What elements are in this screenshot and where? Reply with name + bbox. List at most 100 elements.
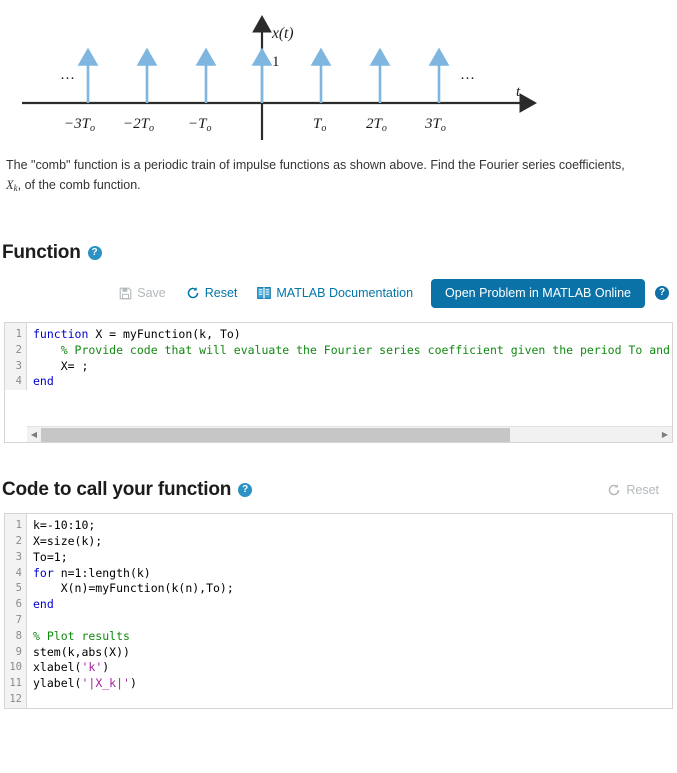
comb-function-figure: x(t) 1 t ··· ··· −3To −2To −To To 2To 3T… — [4, 0, 677, 150]
code-line: xlabel('k') — [33, 660, 672, 676]
code-token: 'k' — [81, 660, 103, 675]
reset-button-label: Reset — [204, 286, 238, 300]
code-line: for n=1:length(k) — [33, 566, 672, 582]
call-reset-button[interactable]: Reset — [597, 480, 669, 500]
save-button-label: Save — [137, 286, 166, 300]
t-axis-label: t — [516, 84, 521, 100]
code-token: n=1:length(k) — [53, 565, 151, 580]
svg-text:To: To — [313, 116, 326, 134]
call-section-header: Code to call your function ? Reset — [2, 479, 669, 501]
svg-text:−To: −To — [188, 116, 211, 134]
svg-text:−3To: −3To — [64, 116, 95, 134]
scroll-right-icon[interactable]: ▶ — [658, 427, 672, 442]
line-number: 3 — [15, 359, 22, 372]
code-token: X= ; — [33, 358, 89, 373]
save-button[interactable]: Save — [109, 283, 176, 303]
scroll-track[interactable] — [41, 427, 658, 442]
code-token: X=size(k); — [33, 533, 103, 548]
left-ellipsis: ··· — [60, 71, 75, 87]
scroll-thumb[interactable] — [41, 427, 510, 442]
code-line: ylabel('|X_k|') — [33, 676, 672, 692]
line-number: 6 — [15, 598, 22, 611]
function-editor-blank-space — [5, 390, 672, 426]
code-token: k=-10:10; — [33, 518, 96, 533]
code-token: for — [33, 565, 54, 580]
line-number: 5 — [15, 582, 22, 595]
matlab-documentation-label: MATLAB Documentation — [276, 286, 414, 300]
code-line: k=-10:10; — [33, 518, 672, 534]
save-icon — [119, 287, 132, 300]
code-token: stem(k,abs(X)) — [33, 644, 130, 659]
code-line: end — [33, 597, 672, 613]
code-token: % Provide code that will evaluate the Fo… — [33, 342, 670, 357]
line-number: 9 — [15, 645, 22, 658]
line-number: 2 — [15, 343, 22, 356]
call-code-editor[interactable]: 1 2 3 4 5 6 7 8 9 10 11 12 k=-10:10; X=size(k); To=1;… — [4, 513, 673, 709]
function-code-editor[interactable]: 1 2 3 4 function X = myFunction(k, To) %… — [4, 322, 673, 444]
line-number: 4 — [15, 566, 22, 579]
line-number: 1 — [15, 328, 22, 340]
code-token: X = myFunction(k, To) — [88, 327, 241, 341]
line-number: 12 — [9, 692, 22, 705]
code-token: % Plot results — [33, 628, 130, 643]
line-number: 10 — [9, 661, 22, 674]
coefficient-symbol: X — [6, 178, 14, 192]
code-line: % Provide code that will evaluate the Fo… — [33, 343, 672, 359]
problem-line-1: The "comb" function is a periodic train … — [6, 158, 625, 172]
code-line: stem(k,abs(X)) — [33, 645, 672, 661]
code-line: To=1; — [33, 550, 672, 566]
toolbar-help-icon[interactable]: ? — [655, 286, 669, 300]
call-code-area[interactable]: k=-10:10; X=size(k); To=1; for n=1:length(k… — [27, 514, 672, 708]
code-token: To=1; — [33, 549, 68, 564]
code-token: ylabel( — [33, 676, 82, 691]
book-icon — [257, 287, 272, 299]
code-line: X(n)=myFunction(k(n),To); — [33, 581, 672, 597]
code-token: ) — [129, 676, 137, 691]
code-token: ) — [102, 660, 110, 675]
code-token: function — [33, 327, 89, 341]
amplitude-label: 1 — [272, 54, 280, 70]
help-icon[interactable]: ? — [238, 483, 253, 498]
code-line: end — [33, 374, 672, 390]
tick-labels: −3To −2To −To To 2To 3To — [64, 116, 446, 134]
code-token: xlabel( — [33, 660, 82, 675]
line-number: 8 — [15, 629, 22, 642]
line-number: 1 — [15, 519, 22, 532]
svg-text:3To: 3To — [424, 116, 446, 134]
matlab-documentation-button[interactable]: MATLAB Documentation — [247, 283, 423, 303]
line-number: 7 — [15, 613, 22, 626]
function-section-header: Function ? — [2, 242, 677, 264]
call-section-title: Code to call your function — [2, 479, 232, 501]
code-token: '|X_k|' — [81, 676, 130, 691]
problem-line-2-rest: , of the comb function. — [17, 178, 141, 192]
help-icon[interactable]: ? — [87, 246, 102, 260]
svg-text:2To: 2To — [366, 116, 387, 134]
function-editor-gutter: 1 2 3 4 — [5, 323, 27, 391]
svg-text:−2To: −2To — [123, 116, 154, 134]
reset-icon — [186, 286, 200, 300]
code-line: X= ; — [33, 359, 672, 375]
line-number: 3 — [15, 550, 22, 563]
call-reset-label: Reset — [626, 483, 659, 498]
reset-button[interactable]: Reset — [176, 283, 248, 303]
code-token: end — [33, 374, 54, 389]
function-editor-horizontal-scrollbar[interactable]: ◀ ▶ — [27, 426, 672, 443]
call-editor-gutter: 1 2 3 4 5 6 7 8 9 10 11 12 — [5, 514, 27, 708]
y-axis-label: x(t) — [271, 25, 294, 42]
line-number: 4 — [15, 375, 22, 388]
reset-icon — [607, 483, 621, 497]
code-line: % Plot results — [33, 629, 672, 645]
code-token: X(n)=myFunction(k(n),To); — [33, 581, 234, 596]
function-toolbar: Save Reset MATLAB Documentation Open Pro… — [0, 278, 669, 308]
problem-description: The "comb" function is a periodic train … — [4, 150, 673, 198]
impulse-train — [77, 47, 450, 103]
function-code-area[interactable]: function X = myFunction(k, To) % Provide… — [27, 323, 672, 390]
line-number: 2 — [15, 534, 22, 547]
problem-statement: x(t) 1 t ··· ··· −3To −2To −To To 2To 3T… — [0, 0, 677, 198]
code-line: X=size(k); — [33, 534, 672, 550]
scroll-left-icon[interactable]: ◀ — [27, 427, 41, 442]
open-problem-in-matlab-online-button[interactable]: Open Problem in MATLAB Online — [431, 278, 645, 308]
line-number: 11 — [9, 677, 22, 690]
